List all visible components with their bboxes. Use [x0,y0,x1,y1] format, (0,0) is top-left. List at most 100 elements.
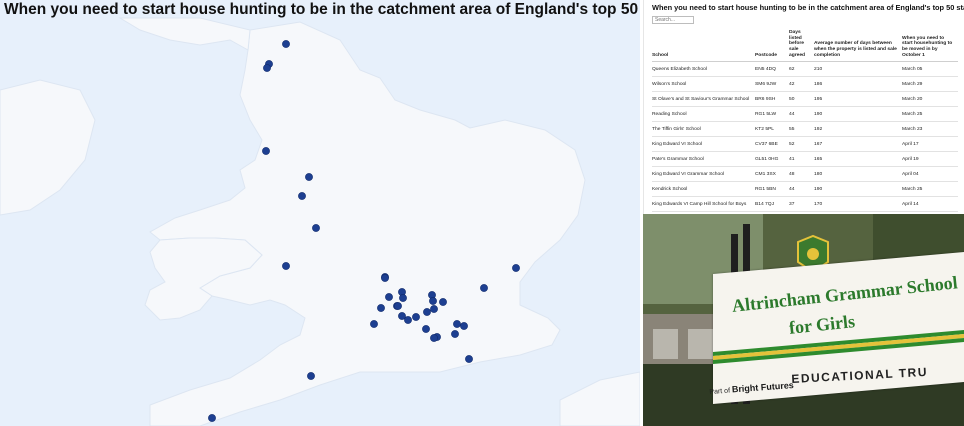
col-when[interactable]: When you need to start househunting to b… [902,30,958,63]
cell-avg: 190 [814,106,902,123]
cell-school: St Olave's and St Saviour's Grammar Scho… [652,91,755,108]
england-map[interactable] [0,0,640,426]
cell-when: April 19 [902,151,958,168]
cell-days: 55 [789,121,814,138]
table-row: Queens Elizabeth School EN5 4DQ 62 210 March… [652,61,958,78]
cell-when: March 29 [902,76,958,93]
table-row: Kendrick School RG1 5BN 44 190 March 25 [652,181,958,198]
table-header-row: School Postcode Days listed before sale … [652,30,958,63]
cell-school: Queens Elizabeth School [652,61,755,78]
cell-when: March 05 [902,61,958,78]
school-marker[interactable] [394,302,402,310]
cell-postcode: GL51 0HG [755,151,789,168]
col-school[interactable]: School [652,30,755,63]
school-marker[interactable] [453,320,461,328]
school-marker[interactable] [439,298,447,306]
school-marker[interactable] [512,264,520,272]
school-marker[interactable] [312,224,320,232]
school-marker[interactable] [381,274,389,282]
cell-postcode: EN5 4DQ [755,61,789,78]
cell-days: 50 [789,91,814,108]
search-input[interactable] [652,16,694,24]
cell-when: April 04 [902,166,958,183]
school-marker[interactable] [423,308,431,316]
cell-when: March 23 [902,121,958,138]
cell-postcode: B14 7QJ [755,196,789,213]
col-days[interactable]: Days listed before sale agreed [789,30,814,63]
cell-days: 37 [789,196,814,213]
school-marker[interactable] [208,414,216,422]
cell-when: March 25 [902,106,958,123]
cell-days: 44 [789,106,814,123]
school-marker[interactable] [460,322,468,330]
school-marker[interactable] [298,192,306,200]
school-marker[interactable] [412,313,420,321]
school-marker[interactable] [480,284,488,292]
school-marker[interactable] [465,355,473,363]
cell-avg: 192 [814,121,902,138]
land-england [149,21,586,426]
right-column: When you need to start house hunting to … [643,0,964,426]
cell-school: Wilson's School [652,76,755,93]
cell-postcode: BR6 9SH [755,91,789,108]
cell-postcode: KT2 5PL [755,121,789,138]
school-marker[interactable] [282,262,290,270]
school-marker[interactable] [370,320,378,328]
cell-days: 62 [789,61,814,78]
cell-school: Pate's Grammar School [652,151,755,168]
cell-school: Kendrick School [652,181,755,198]
cell-school: The Tiffin Girls' School [652,121,755,138]
cell-when: March 20 [902,91,958,108]
cell-school: King Edward VI Grammar School [652,166,755,183]
table-row: St Olave's and St Saviour's Grammar Scho… [652,91,958,108]
school-marker[interactable] [377,304,385,312]
map-panel[interactable]: When you need to start house hunting to … [0,0,640,426]
land-scotland [118,17,251,51]
land-ireland [0,79,96,216]
cell-avg: 190 [814,181,902,198]
school-marker[interactable] [430,334,438,342]
cell-school: Reading School [652,106,755,123]
school-marker[interactable] [305,173,313,181]
sign-part-of: Part of [709,387,731,396]
cell-school: King Edward VI School [652,136,755,153]
cell-postcode: RG1 5BN [755,181,789,198]
table-title: When you need to start house hunting to … [652,3,964,12]
school-marker[interactable] [263,64,271,72]
school-marker[interactable] [307,372,315,380]
cell-avg: 165 [814,151,902,168]
school-marker[interactable] [282,40,290,48]
cell-avg: 186 [814,76,902,93]
cell-days: 42 [789,76,814,93]
cell-avg: 180 [814,166,902,183]
school-marker[interactable] [451,330,459,338]
cell-postcode: RG1 5LW [755,106,789,123]
land-france [559,371,640,426]
school-marker[interactable] [385,293,393,301]
school-marker[interactable] [404,316,412,324]
schools-table-panel: When you need to start house hunting to … [643,0,964,214]
school-marker[interactable] [430,305,438,313]
cell-school: King Edwards VI Camp Hill School for Boy… [652,196,755,213]
school-marker[interactable] [422,325,430,333]
col-avg[interactable]: Average number of days between when the … [814,30,902,63]
table-row: Pate's Grammar School GL51 0HG 41 165 April … [652,151,958,168]
schools-table: School Postcode Days listed before sale … [652,30,958,213]
cell-postcode: SM6 9JW [755,76,789,93]
school-marker[interactable] [429,297,437,305]
cell-when: April 14 [902,196,958,213]
cell-days: 44 [789,181,814,198]
cell-avg: 210 [814,61,902,78]
table-row: King Edwards VI Camp Hill School for Boy… [652,196,958,213]
map-title: When you need to start house hunting to … [4,1,640,18]
cell-when: April 17 [902,136,958,153]
cell-postcode: CV37 6BE [755,136,789,153]
school-marker[interactable] [399,294,407,302]
table-row: King Edward VI Grammar School CM1 3SX 48 18… [652,166,958,183]
cell-days: 48 [789,166,814,183]
cell-avg: 195 [814,91,902,108]
table-row: Reading School RG1 5LW 44 190 March 25 [652,106,958,123]
school-marker[interactable] [262,147,270,155]
col-postcode[interactable]: Postcode [755,30,789,63]
cell-days: 52 [789,136,814,153]
